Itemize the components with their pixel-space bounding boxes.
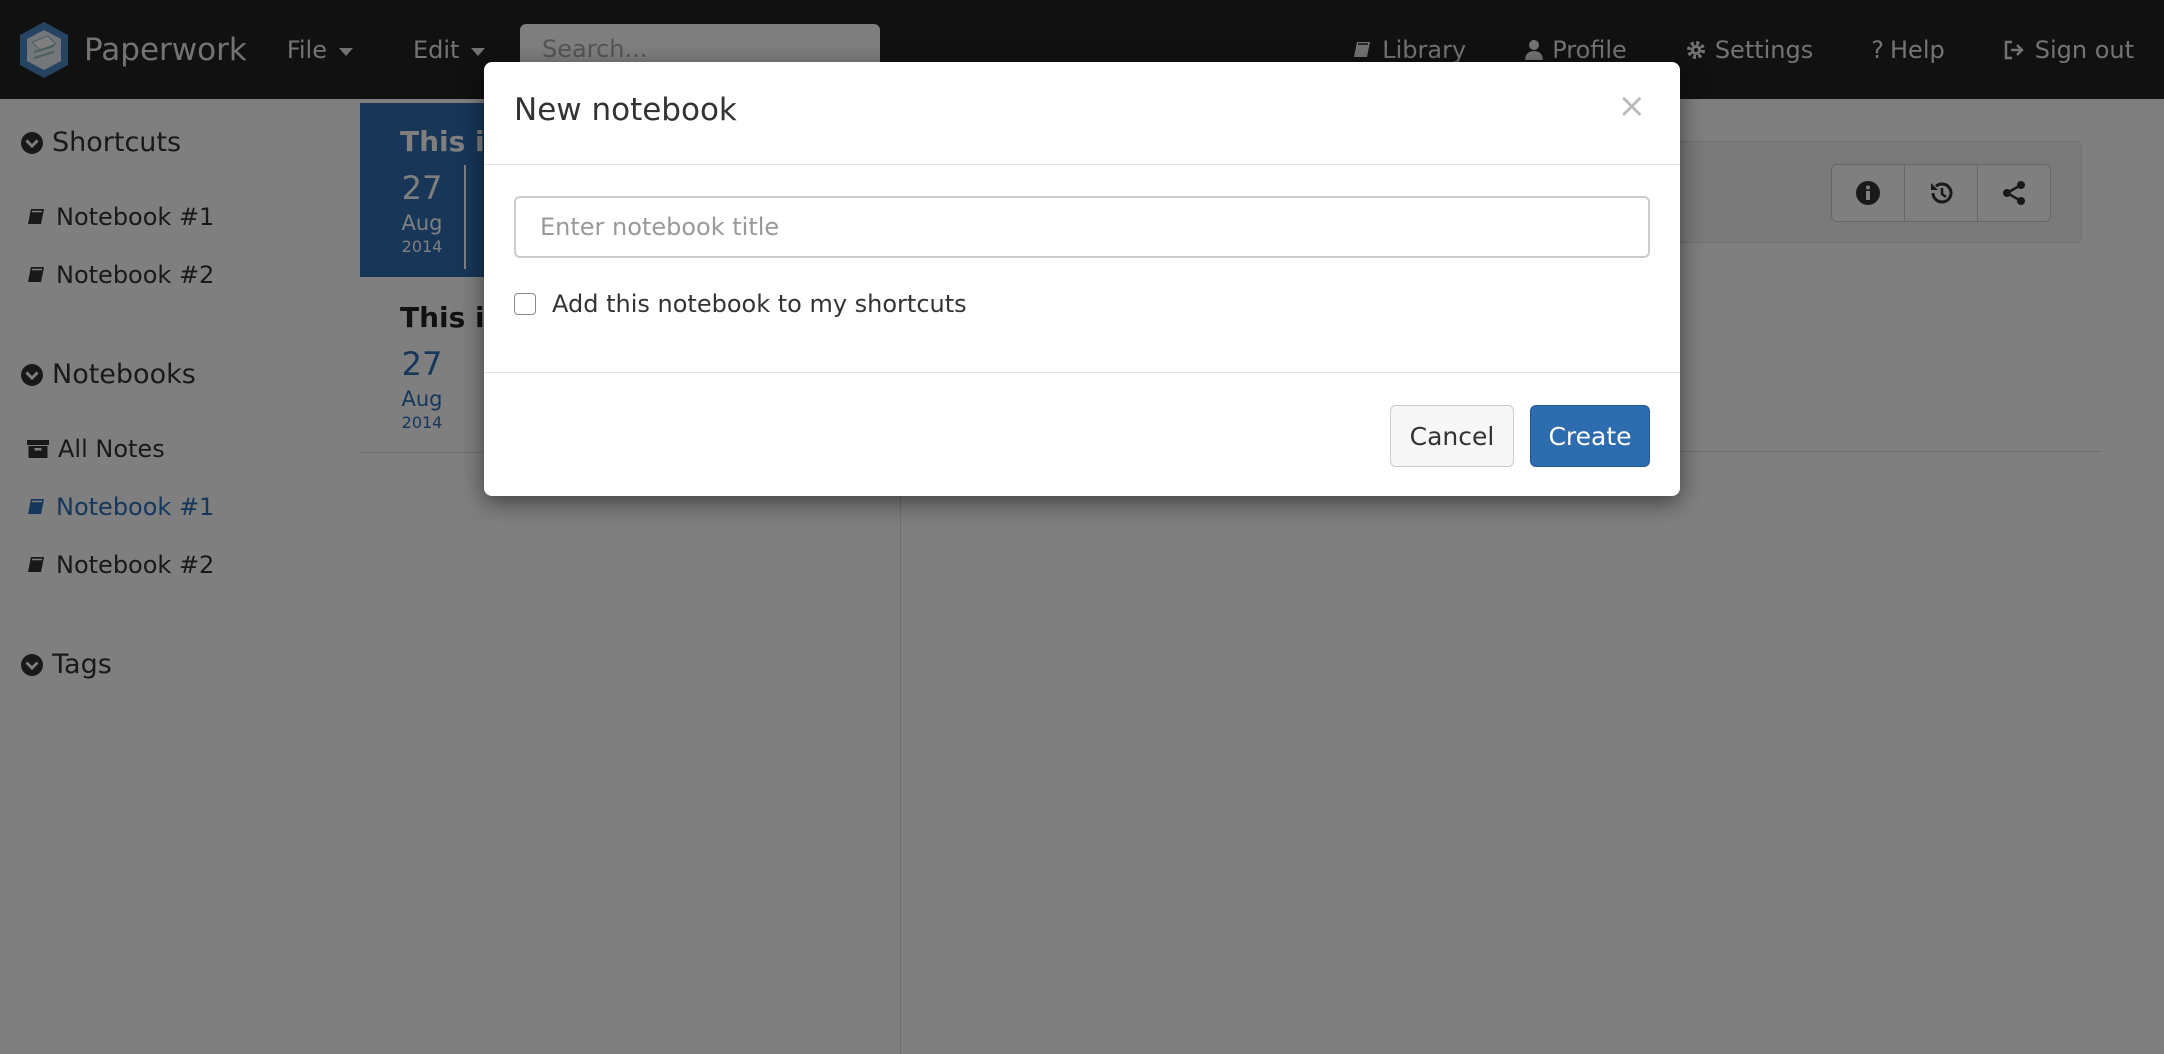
modal-header: New notebook × [484,62,1680,165]
notebook-title-input[interactable] [514,196,1650,258]
new-notebook-dialog: New notebook × Add this notebook to my s… [484,62,1680,496]
cancel-button[interactable]: Cancel [1390,405,1514,467]
shortcut-checkbox[interactable] [514,293,536,315]
shortcut-checkbox-label[interactable]: Add this notebook to my shortcuts [552,290,967,318]
close-icon[interactable]: × [1618,86,1647,126]
shortcut-option: Add this notebook to my shortcuts [514,290,967,318]
modal-title: New notebook [514,92,737,128]
modal-footer: Cancel Create [484,372,1680,496]
create-button[interactable]: Create [1530,405,1650,467]
